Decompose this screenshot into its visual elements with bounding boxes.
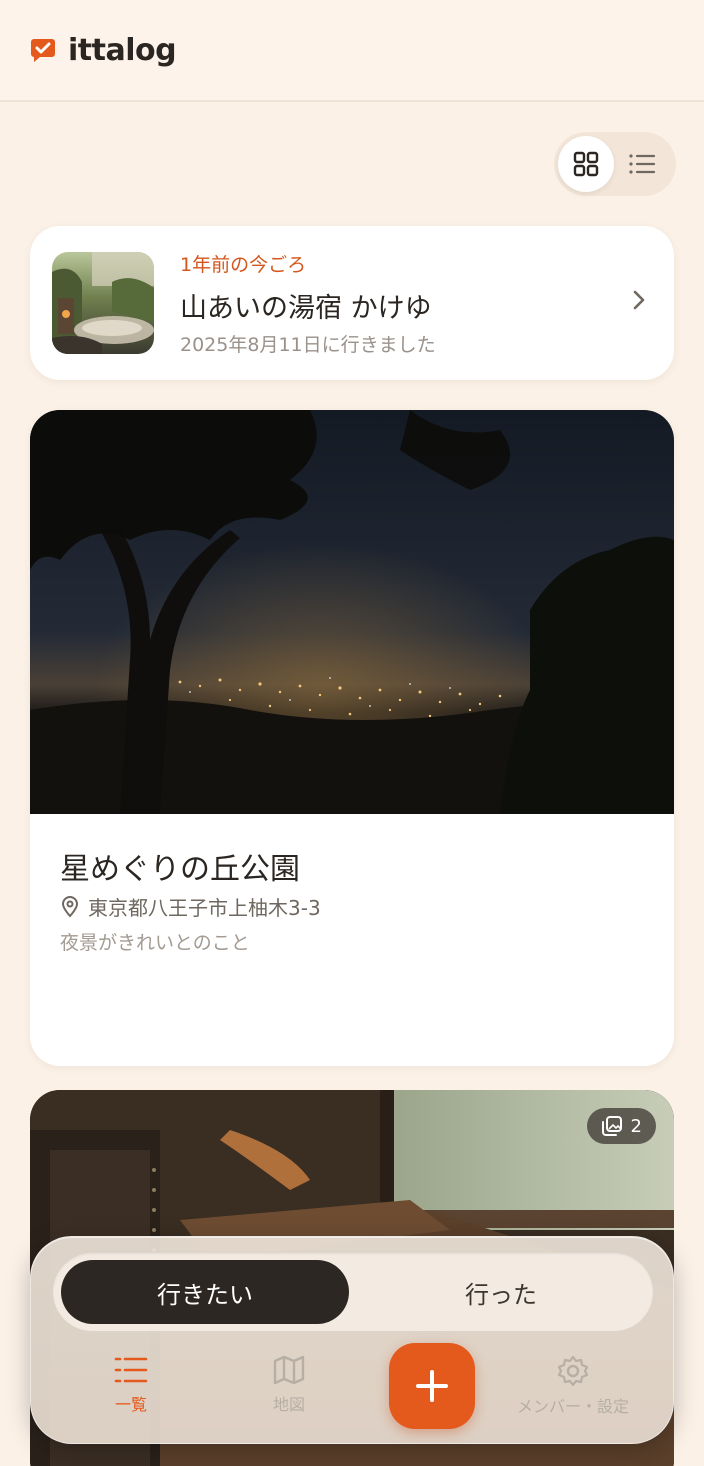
bottom-navigation: 行きたい 行った 一覧 地図 メンバー・設定 [30, 1236, 674, 1444]
photo-count-badge: 2 [586, 1108, 656, 1144]
map-icon [273, 1355, 305, 1385]
place-photo [30, 410, 674, 814]
memory-title: 山あいの湯宿 かけゆ [180, 293, 432, 324]
status-segmented-control: 行きたい 行った [53, 1253, 653, 1331]
photos-icon [601, 1116, 622, 1136]
list-icon [114, 1357, 148, 1383]
tab-map[interactable]: 地図 [229, 1355, 349, 1435]
grid-icon [573, 151, 599, 177]
place-note: 夜景がきれいとのこと [60, 932, 250, 954]
chevron-right-icon [633, 290, 645, 310]
tab-map-label: 地図 [272, 1395, 305, 1414]
place-address: 東京都八王子市上柚木3-3 [88, 896, 321, 920]
grid-view-button[interactable] [558, 136, 614, 192]
place-address-row: 東京都八王子市上柚木3-3 [60, 892, 321, 921]
gear-icon [557, 1355, 589, 1387]
memory-date: 2025年8月11日に行きました [180, 334, 436, 356]
logo-icon [31, 39, 55, 62]
tab-list[interactable]: 一覧 [71, 1355, 191, 1435]
add-place-button[interactable] [389, 1343, 475, 1429]
app-name: ittalog [68, 32, 177, 68]
place-title: 星めぐりの丘公園 [60, 852, 300, 887]
place-card[interactable]: 星めぐりの丘公園 東京都八王子市上柚木3-3 夜景がきれいとのこと [30, 410, 674, 1066]
list-view-button[interactable] [614, 136, 670, 192]
list-icon [629, 154, 656, 174]
memory-eyebrow: 1年前の今ごろ [180, 254, 307, 276]
tab-list-label: 一覧 [114, 1395, 147, 1414]
app-header: ittalog [0, 0, 704, 102]
memory-thumbnail [52, 252, 154, 354]
view-toggle [554, 132, 676, 196]
hot-spring-photo [52, 252, 154, 354]
plus-icon [416, 1370, 448, 1402]
location-pin-icon [61, 895, 79, 917]
visited-tab[interactable]: 行った [357, 1260, 645, 1324]
memory-card[interactable]: 1年前の今ごろ 山あいの湯宿 かけゆ 2025年8月11日に行きました [30, 226, 674, 380]
tab-settings[interactable]: メンバー・設定 [501, 1355, 645, 1435]
tab-settings-label: メンバー・設定 [516, 1397, 629, 1416]
want-to-go-tab[interactable]: 行きたい [61, 1260, 349, 1324]
photo-count: 2 [630, 1115, 642, 1137]
